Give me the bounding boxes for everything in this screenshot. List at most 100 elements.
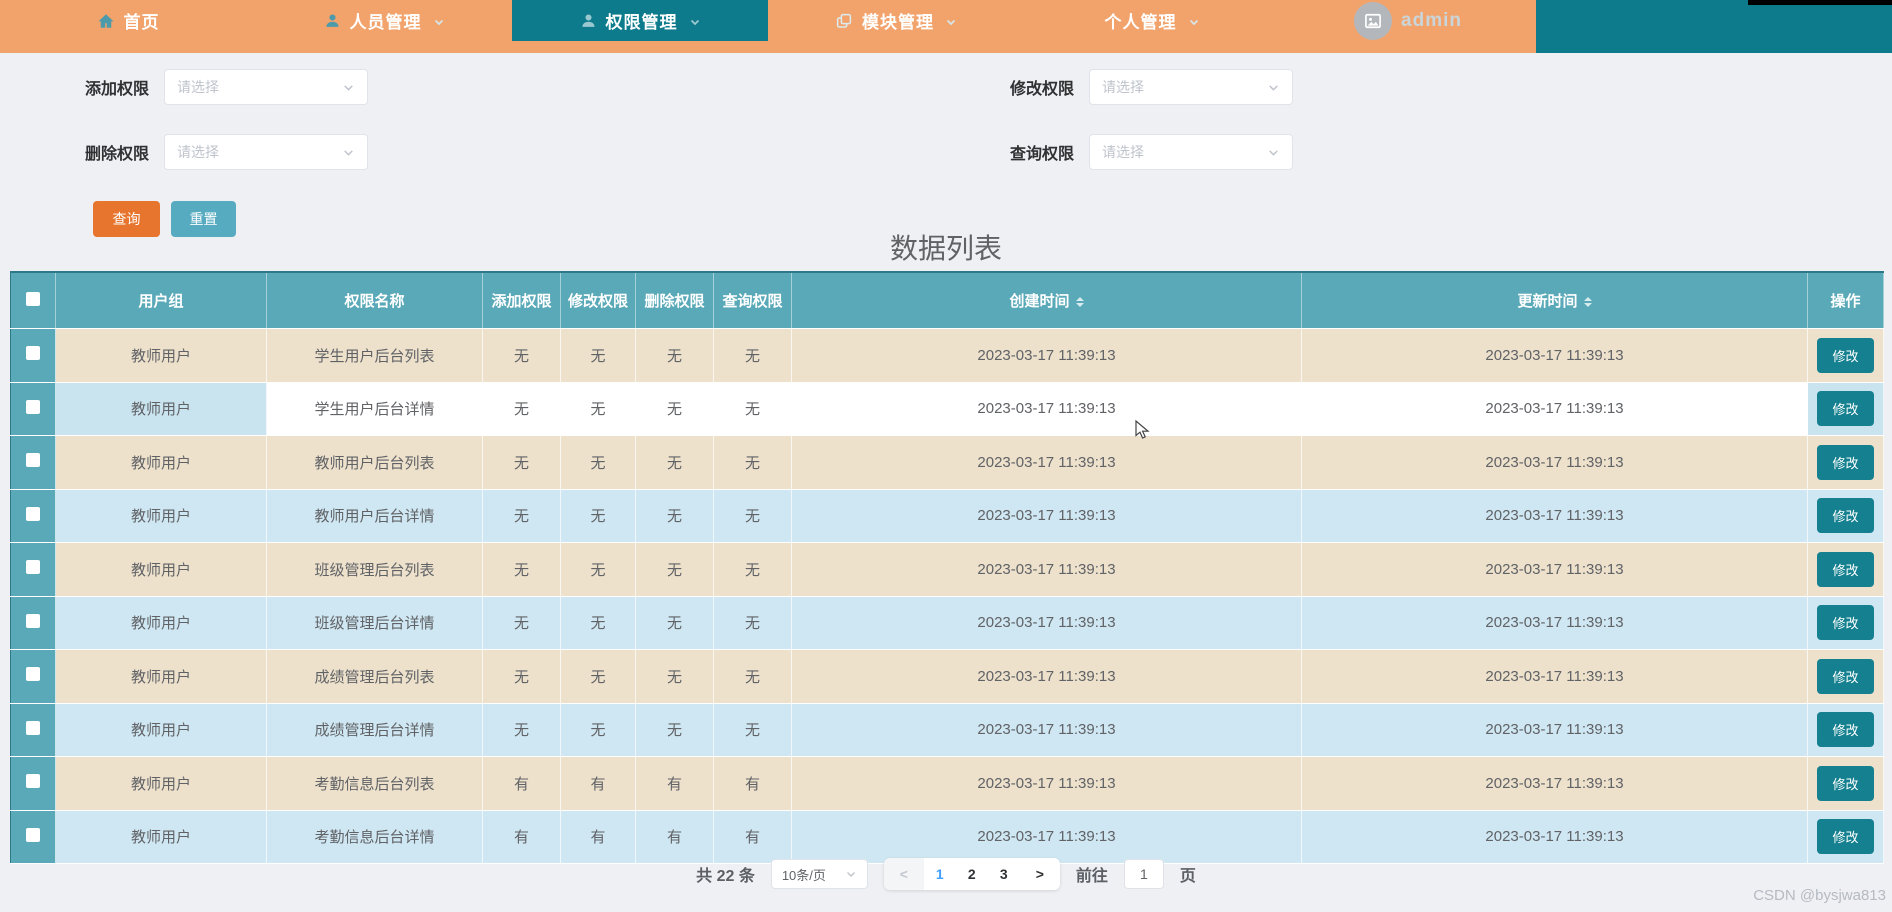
row-checkbox[interactable] bbox=[26, 346, 40, 361]
home-icon bbox=[98, 13, 113, 28]
cell-created-time: 2023-03-17 11:39:13 bbox=[791, 756, 1302, 811]
cell-permission-name: 考勤信息后台列表 bbox=[266, 756, 483, 811]
page-button-3[interactable]: 3 bbox=[988, 858, 1020, 890]
nav-item-label: 权限管理 bbox=[605, 13, 678, 32]
edit-button[interactable]: 修改 bbox=[1817, 819, 1874, 855]
cell-created-time: 2023-03-17 11:39:13 bbox=[791, 649, 1302, 704]
cell-add-permission: 无 bbox=[482, 489, 561, 543]
cell-updated-time: 2023-03-17 11:39:13 bbox=[1301, 489, 1808, 543]
pager: < 1 2 3 > bbox=[883, 858, 1060, 890]
nav-item-home[interactable]: 首页 bbox=[0, 0, 256, 41]
goto-page-input[interactable] bbox=[1123, 859, 1164, 889]
edit-button[interactable]: 修改 bbox=[1817, 658, 1874, 694]
cell-add-permission: 无 bbox=[482, 382, 561, 436]
user-icon bbox=[581, 14, 595, 27]
add-permission-select[interactable]: 请选择 bbox=[164, 69, 369, 105]
row-checkbox[interactable] bbox=[26, 613, 40, 628]
cell-query-permission: 无 bbox=[713, 703, 792, 757]
query-permission-select[interactable]: 请选择 bbox=[1089, 134, 1294, 170]
edit-button[interactable]: 修改 bbox=[1817, 605, 1874, 641]
edit-button[interactable]: 修改 bbox=[1817, 551, 1874, 587]
cell-actions: 修改 bbox=[1807, 596, 1884, 650]
row-checkbox-cell bbox=[10, 756, 56, 811]
page-button-2[interactable]: 2 bbox=[956, 858, 988, 890]
page-size-select[interactable]: 10条/页 bbox=[770, 859, 868, 889]
row-checkbox[interactable] bbox=[26, 506, 40, 521]
select-placeholder: 请选择 bbox=[1102, 79, 1145, 95]
cell-permission-name: 教师用户后台详情 bbox=[266, 489, 483, 543]
edit-button[interactable]: 修改 bbox=[1817, 391, 1874, 427]
cell-delete-permission: 无 bbox=[635, 649, 714, 704]
next-page-button[interactable]: > bbox=[1020, 858, 1060, 890]
cell-modify-permission: 无 bbox=[560, 435, 636, 490]
table-row: 教师用户 教师用户后台详情无无无无 2023-03-17 11:39:13 2023-… bbox=[10, 489, 1884, 543]
column-header[interactable]: 创建时间 bbox=[791, 272, 1302, 329]
row-checkbox[interactable] bbox=[26, 399, 40, 414]
sort-caret-icon[interactable] bbox=[1075, 293, 1084, 311]
cell-created-time: 2023-03-17 11:39:13 bbox=[791, 328, 1302, 383]
nav-item-label: 人员管理 bbox=[349, 13, 422, 32]
cell-user-group: 教师用户 bbox=[55, 649, 267, 704]
delete-permission-select[interactable]: 请选择 bbox=[164, 134, 369, 170]
cell-updated-time: 2023-03-17 11:39:13 bbox=[1301, 649, 1808, 704]
nav-user-admin[interactable]: admin bbox=[1280, 0, 1536, 41]
cell-modify-permission: 有 bbox=[560, 756, 636, 811]
table-header-row: 用户组 权限名称 添加权限 修改权限 删除权限 查询权限 创建时间 更新时间 操作 bbox=[10, 272, 1884, 329]
cell-user-group: 教师用户 bbox=[55, 435, 267, 490]
nav-item-label: admin bbox=[1401, 9, 1462, 31]
cell-modify-permission: 无 bbox=[560, 328, 636, 383]
sort-caret-icon[interactable] bbox=[1583, 293, 1592, 311]
cell-updated-time: 2023-03-17 11:39:13 bbox=[1301, 703, 1808, 757]
nav-item-label: 个人管理 bbox=[1104, 13, 1177, 32]
modify-permission-select[interactable]: 请选择 bbox=[1089, 69, 1294, 105]
column-header: 添加权限 bbox=[482, 272, 561, 329]
edit-button[interactable]: 修改 bbox=[1817, 444, 1874, 480]
edit-button[interactable]: 修改 bbox=[1817, 765, 1874, 801]
cell-permission-name: 学生用户后台详情 bbox=[266, 382, 483, 436]
column-header: 查询权限 bbox=[713, 272, 792, 329]
cell-actions: 修改 bbox=[1807, 382, 1884, 436]
edit-button[interactable]: 修改 bbox=[1817, 498, 1874, 534]
prev-page-button[interactable]: < bbox=[883, 858, 924, 890]
cell-user-group: 教师用户 bbox=[55, 382, 267, 436]
select-all-checkbox-cell bbox=[10, 272, 56, 329]
row-checkbox[interactable] bbox=[26, 827, 40, 842]
user-icon bbox=[325, 14, 339, 27]
cell-created-time: 2023-03-17 11:39:13 bbox=[791, 596, 1302, 650]
filter-label: 删除权限 bbox=[85, 146, 150, 163]
filter-modify-permission: 修改权限 请选择 bbox=[1010, 69, 1294, 105]
cell-actions: 修改 bbox=[1807, 756, 1884, 811]
nav-item-modules[interactable]: 模块管理 bbox=[768, 0, 1024, 41]
row-checkbox[interactable] bbox=[26, 667, 40, 682]
row-checkbox[interactable] bbox=[26, 774, 40, 789]
filter-delete-permission: 删除权限 请选择 bbox=[85, 134, 369, 170]
cell-user-group: 教师用户 bbox=[55, 542, 267, 597]
filter-label: 修改权限 bbox=[1010, 81, 1075, 98]
row-checkbox[interactable] bbox=[26, 720, 40, 735]
page-button-1[interactable]: 1 bbox=[924, 858, 956, 890]
row-checkbox-cell bbox=[10, 435, 56, 490]
cell-updated-time: 2023-03-17 11:39:13 bbox=[1301, 382, 1808, 436]
column-header: 用户组 bbox=[55, 272, 267, 329]
cell-created-time: 2023-03-17 11:39:13 bbox=[791, 435, 1302, 490]
select-all-checkbox[interactable] bbox=[26, 291, 40, 306]
row-checkbox-cell bbox=[10, 703, 56, 757]
column-header[interactable]: 更新时间 bbox=[1301, 272, 1808, 329]
cell-query-permission: 无 bbox=[713, 542, 792, 597]
row-checkbox-cell bbox=[10, 649, 56, 704]
cell-created-time: 2023-03-17 11:39:13 bbox=[791, 703, 1302, 757]
edit-button[interactable]: 修改 bbox=[1817, 712, 1874, 748]
row-checkbox[interactable] bbox=[26, 560, 40, 575]
nav-item-label: 模块管理 bbox=[862, 13, 934, 32]
row-checkbox[interactable] bbox=[26, 453, 40, 468]
nav-item-personnel[interactable]: 人员管理 bbox=[256, 0, 512, 41]
cell-add-permission: 有 bbox=[482, 756, 561, 811]
nav-item-permissions[interactable]: 权限管理 bbox=[512, 0, 768, 41]
edit-button[interactable]: 修改 bbox=[1817, 337, 1874, 373]
chevron-down-icon bbox=[434, 19, 443, 26]
cell-add-permission: 无 bbox=[482, 542, 561, 597]
pagination-bar: 共 22 条 10条/页 < 1 2 3 > 前往 页 bbox=[0, 858, 1892, 890]
nav-item-personal[interactable]: 个人管理 bbox=[1024, 0, 1280, 41]
cell-add-permission: 无 bbox=[482, 435, 561, 490]
cell-permission-name: 学生用户后台列表 bbox=[266, 328, 483, 383]
